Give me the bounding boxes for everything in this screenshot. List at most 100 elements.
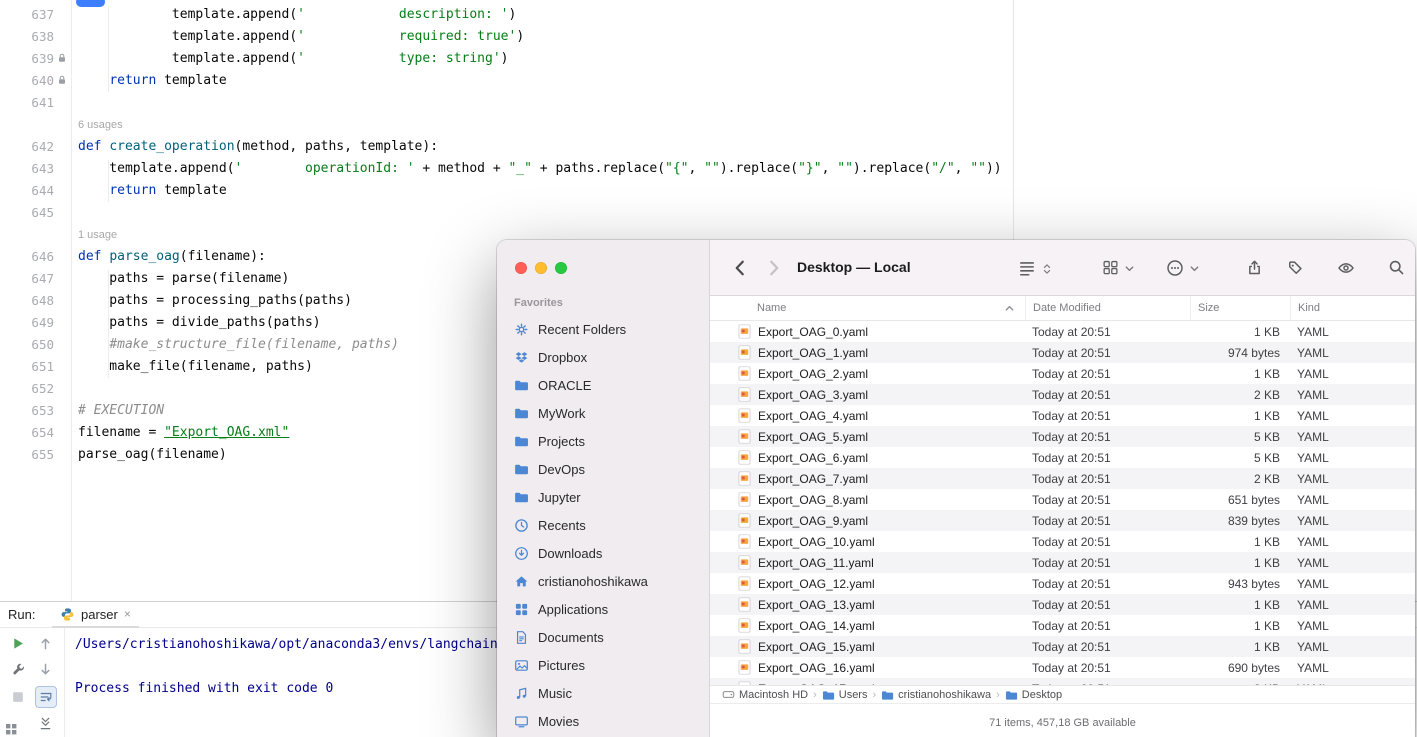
table-row[interactable]: Export_OAG_3.yamlToday at 20:512 KBYAML [710,384,1415,405]
sidebar-item-pictures[interactable]: Pictures [504,651,702,679]
console-exit-status: Process finished with exit code 0 [75,678,505,700]
usages-hint[interactable]: 1 usage [78,229,117,241]
table-row[interactable]: Export_OAG_12.yamlToday at 20:51943 byte… [710,573,1415,594]
group-by-button[interactable] [1102,259,1120,277]
file-size: 839 bytes [1190,514,1290,528]
scroll-to-end-button[interactable] [38,716,54,732]
down-stacktrace-button[interactable] [38,662,54,678]
code-line[interactable]: 645 [0,202,1417,224]
settings-wrench-button[interactable] [11,662,27,678]
table-row[interactable]: Export_OAG_0.yamlToday at 20:511 KBYAML [710,321,1415,342]
file-name-cell[interactable]: Export_OAG_5.yaml [710,429,1025,444]
path-item-users[interactable]: Users [822,688,868,701]
file-name-cell[interactable]: Export_OAG_6.yaml [710,450,1025,465]
file-name-cell[interactable]: Export_OAG_13.yaml [710,597,1025,612]
sidebar-item-applications[interactable]: Applications [504,595,702,623]
close-tab-icon[interactable]: × [124,607,131,621]
usage-inlay-row[interactable]: 6 usages [0,114,1417,136]
back-button[interactable] [730,258,750,278]
table-row[interactable]: Export_OAG_13.yamlToday at 20:511 KBYAML [710,594,1415,615]
column-header-date[interactable]: Date Modified [1025,296,1190,320]
file-name-cell[interactable]: Export_OAG_16.yaml [710,660,1025,675]
sidebar-item-downloads[interactable]: Downloads [504,539,702,567]
table-row[interactable]: Export_OAG_8.yamlToday at 20:51651 bytes… [710,489,1415,510]
sidebar-item-dropbox[interactable]: Dropbox [504,343,702,371]
table-row[interactable]: Export_OAG_16.yamlToday at 20:51690 byte… [710,657,1415,678]
view-mode-button[interactable] [1018,259,1036,277]
run-tab-parser[interactable]: parser × [52,602,139,628]
table-row[interactable]: Export_OAG_10.yamlToday at 20:511 KBYAML [710,531,1415,552]
file-name-cell[interactable]: Export_OAG_10.yaml [710,534,1025,549]
stop-button[interactable] [11,690,27,706]
file-name-cell[interactable]: Export_OAG_9.yaml [710,513,1025,528]
table-row[interactable]: Export_OAG_9.yamlToday at 20:51839 bytes… [710,510,1415,531]
code-line[interactable]: 644 return template [0,180,1417,202]
path-item-cristianohoshikawa[interactable]: cristianohoshikawa [881,688,991,701]
ide-corner-grid-icon[interactable] [5,723,18,736]
sidebar-item-devops[interactable]: DevOps [504,455,702,483]
code-line[interactable]: 643 template.append(' operationId: ' + m… [0,158,1417,180]
file-name-cell[interactable]: Export_OAG_14.yaml [710,618,1025,633]
sidebar-item-movies[interactable]: Movies [504,707,702,735]
column-header-name[interactable]: Name [710,296,1025,320]
line-number: 640 [0,70,70,92]
code-text: def create_operation(method, paths, temp… [70,136,438,158]
code-line[interactable]: 637 template.append(' description: ') [0,4,1417,26]
file-name-cell[interactable]: Export_OAG_2.yaml [710,366,1025,381]
path-item-desktop[interactable]: Desktop [1005,688,1062,701]
yaml-file-icon [738,471,751,486]
table-row[interactable]: Export_OAG_15.yamlToday at 20:511 KBYAML [710,636,1415,657]
file-name-cell[interactable]: Export_OAG_0.yaml [710,324,1025,339]
forward-button[interactable] [764,258,784,278]
column-header-kind[interactable]: Kind [1290,296,1415,320]
column-header-size[interactable]: Size [1190,296,1290,320]
table-row[interactable]: Export_OAG_17.yamlToday at 20:513 KBYAML [710,678,1415,685]
sidebar-item-recents[interactable]: Recents [504,511,702,539]
share-button[interactable] [1246,259,1264,277]
sidebar-item-mywork[interactable]: MyWork [504,399,702,427]
code-line[interactable]: 642def create_operation(method, paths, t… [0,136,1417,158]
table-row[interactable]: Export_OAG_11.yamlToday at 20:511 KBYAML [710,552,1415,573]
sidebar-item-music[interactable]: Music [504,679,702,707]
usages-hint[interactable]: 6 usages [78,119,123,131]
table-row[interactable]: Export_OAG_2.yamlToday at 20:511 KBYAML [710,363,1415,384]
sidebar-item-documents[interactable]: Documents [504,623,702,651]
rerun-button[interactable] [11,636,27,652]
table-row[interactable]: Export_OAG_7.yamlToday at 20:512 KBYAML [710,468,1415,489]
zoom-window-button[interactable] [555,262,567,274]
minimize-window-button[interactable] [535,262,547,274]
soft-wrap-toggle[interactable] [35,686,57,708]
file-date-modified: Today at 20:51 [1025,388,1190,402]
file-name-cell[interactable]: Export_OAG_4.yaml [710,408,1025,423]
sidebar-item-recent-folders[interactable]: Recent Folders [504,315,702,343]
table-row[interactable]: Export_OAG_4.yamlToday at 20:511 KBYAML [710,405,1415,426]
up-stacktrace-button[interactable] [38,636,54,652]
code-line[interactable]: 638 template.append(' required: true') [0,26,1417,48]
file-name-cell[interactable]: Export_OAG_12.yaml [710,576,1025,591]
file-name-cell[interactable]: Export_OAG_15.yaml [710,639,1025,654]
path-item-macintosh-hd[interactable]: Macintosh HD [722,688,808,701]
file-name-cell[interactable]: Export_OAG_3.yaml [710,387,1025,402]
table-row[interactable]: Export_OAG_5.yamlToday at 20:515 KBYAML [710,426,1415,447]
file-kind: YAML [1290,388,1415,402]
file-name-cell[interactable]: Export_OAG_1.yaml [710,345,1025,360]
sidebar-item-projects[interactable]: Projects [504,427,702,455]
sidebar-item-jupyter[interactable]: Jupyter [504,483,702,511]
close-window-button[interactable] [515,262,527,274]
tags-button[interactable] [1287,259,1305,277]
run-console[interactable]: /Users/cristianohoshikawa/opt/anaconda3/… [75,634,505,700]
table-row[interactable]: Export_OAG_6.yamlToday at 20:515 KBYAML [710,447,1415,468]
quicklook-eye-button[interactable] [1337,259,1355,277]
file-name-cell[interactable]: Export_OAG_7.yaml [710,471,1025,486]
table-row[interactable]: Export_OAG_14.yamlToday at 20:511 KBYAML [710,615,1415,636]
search-button[interactable] [1388,259,1406,277]
code-line[interactable]: 641 [0,92,1417,114]
table-row[interactable]: Export_OAG_1.yamlToday at 20:51974 bytes… [710,342,1415,363]
code-line[interactable]: 640 return template [0,70,1417,92]
sidebar-item-oracle[interactable]: ORACLE [504,371,702,399]
file-name-cell[interactable]: Export_OAG_8.yaml [710,492,1025,507]
sidebar-item-cristianohoshikawa[interactable]: cristianohoshikawa [504,567,702,595]
file-name-cell[interactable]: Export_OAG_11.yaml [710,555,1025,570]
more-actions-button[interactable] [1166,259,1184,277]
code-line[interactable]: 639 template.append(' type: string') [0,48,1417,70]
